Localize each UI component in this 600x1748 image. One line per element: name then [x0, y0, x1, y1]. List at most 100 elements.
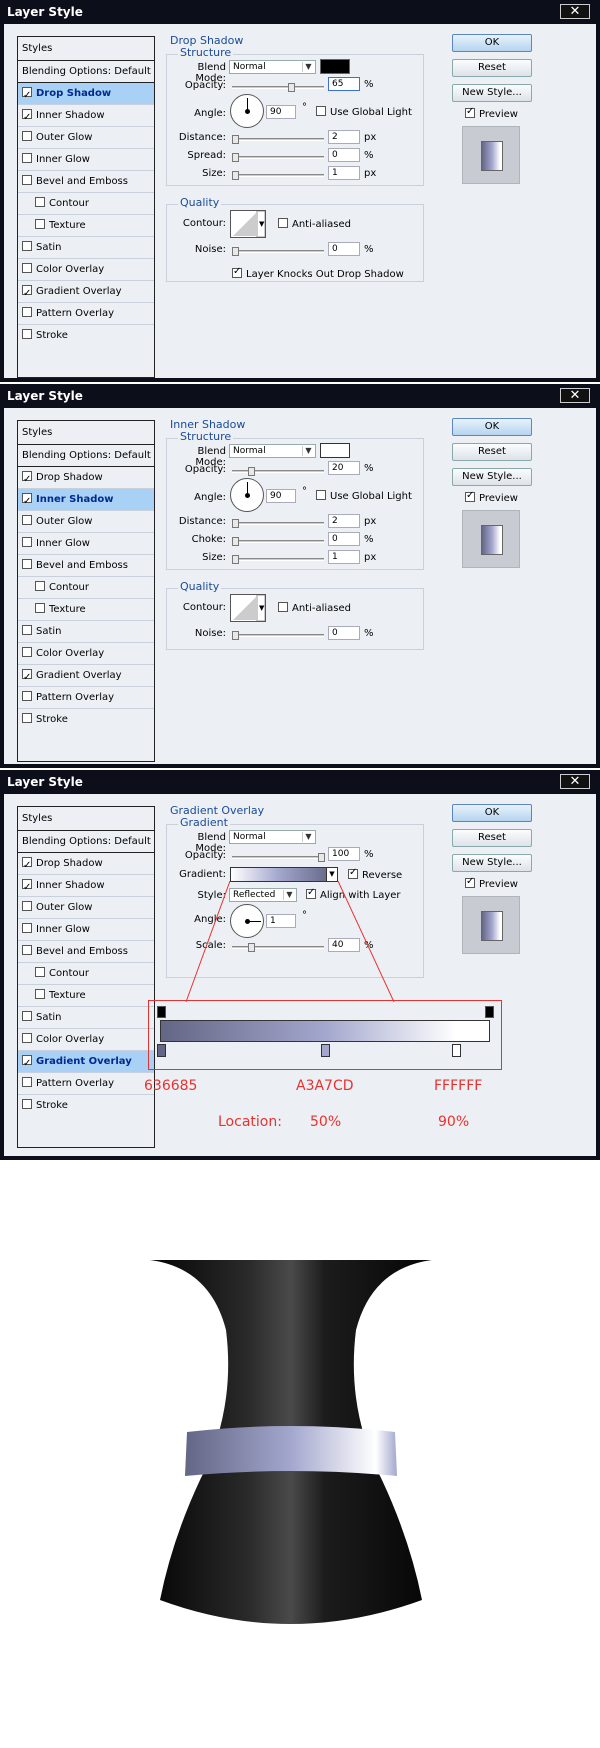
- checkbox-icon[interactable]: [22, 667, 32, 689]
- slider-thumb[interactable]: [232, 153, 239, 162]
- sidebar-item-satin[interactable]: Satin: [18, 1007, 154, 1029]
- checkbox-icon[interactable]: [22, 901, 32, 911]
- choke-slider[interactable]: [232, 537, 324, 546]
- slider-thumb[interactable]: [232, 537, 239, 546]
- color-stop-2[interactable]: [321, 1044, 330, 1057]
- spread-input[interactable]: 0: [328, 148, 360, 162]
- angle-dial[interactable]: [230, 94, 264, 128]
- opacity-stop-left[interactable]: [157, 1006, 166, 1018]
- checkbox-icon[interactable]: [22, 329, 32, 339]
- checkbox-icon[interactable]: [465, 490, 475, 502]
- sidebar-blending-options[interactable]: Blending Options: Default: [18, 61, 154, 83]
- noise-slider[interactable]: [232, 631, 324, 640]
- sidebar-item-bevel-emboss[interactable]: Bevel and Emboss: [18, 941, 154, 963]
- contour-picker[interactable]: ▼: [230, 210, 266, 238]
- checkbox-icon[interactable]: [35, 581, 45, 591]
- sidebar-item-color-overlay[interactable]: Color Overlay: [18, 643, 154, 665]
- checkbox-icon[interactable]: [22, 307, 32, 317]
- checkbox-icon[interactable]: [35, 967, 45, 977]
- scale-slider[interactable]: [232, 943, 324, 952]
- checkbox-icon[interactable]: [22, 713, 32, 723]
- sidebar-item-satin[interactable]: Satin: [18, 621, 154, 643]
- slider-thumb[interactable]: [288, 83, 295, 92]
- checkbox-icon[interactable]: [22, 945, 32, 955]
- sidebar-item-gradient-overlay[interactable]: Gradient Overlay: [18, 1051, 154, 1075]
- slider-thumb[interactable]: [248, 467, 255, 476]
- sidebar-item-contour[interactable]: Contour: [18, 193, 154, 215]
- sidebar-item-inner-shadow[interactable]: Inner Shadow: [18, 105, 154, 129]
- sidebar-styles[interactable]: Styles: [18, 37, 154, 61]
- sidebar-item-color-overlay[interactable]: Color Overlay: [18, 1029, 154, 1051]
- sidebar-item-drop-shadow[interactable]: Drop Shadow: [18, 853, 154, 877]
- checkbox-icon[interactable]: [22, 691, 32, 701]
- spread-slider[interactable]: [232, 153, 324, 162]
- layer-knocks-out[interactable]: Layer Knocks Out Drop Shadow: [232, 266, 404, 284]
- checkbox-icon[interactable]: [316, 490, 326, 500]
- checkbox-icon[interactable]: [22, 1033, 32, 1043]
- size-slider[interactable]: [232, 555, 324, 564]
- angle-dial[interactable]: [230, 904, 264, 938]
- choke-input[interactable]: 0: [328, 532, 360, 546]
- distance-slider[interactable]: [232, 135, 324, 144]
- sidebar-item-pattern-overlay[interactable]: Pattern Overlay: [18, 687, 154, 709]
- checkbox-icon[interactable]: [22, 469, 32, 491]
- close-button[interactable]: ✕: [560, 774, 590, 789]
- checkbox-icon[interactable]: [465, 876, 475, 888]
- sidebar-item-texture[interactable]: Texture: [18, 599, 154, 621]
- checkbox-icon[interactable]: [22, 107, 32, 129]
- preview-checkbox[interactable]: Preview: [465, 106, 518, 120]
- checkbox-icon[interactable]: [278, 218, 288, 228]
- checkbox-icon[interactable]: [22, 647, 32, 657]
- sidebar-item-stroke[interactable]: Stroke: [18, 325, 154, 347]
- opacity-input[interactable]: 65: [328, 77, 360, 91]
- distance-input[interactable]: 2: [328, 514, 360, 528]
- checkbox-icon[interactable]: [278, 602, 288, 612]
- checkbox-icon[interactable]: [22, 283, 32, 305]
- sidebar-item-satin[interactable]: Satin: [18, 237, 154, 259]
- distance-input[interactable]: 2: [328, 130, 360, 144]
- noise-input[interactable]: 0: [328, 242, 360, 256]
- sidebar-blending-options[interactable]: Blending Options: Default: [18, 445, 154, 467]
- ok-button[interactable]: OK: [452, 34, 532, 52]
- slider-thumb[interactable]: [232, 555, 239, 564]
- style-select[interactable]: Reflected ▼: [229, 888, 297, 902]
- checkbox-icon[interactable]: [35, 603, 45, 613]
- size-input[interactable]: 1: [328, 166, 360, 180]
- sidebar-item-inner-glow[interactable]: Inner Glow: [18, 919, 154, 941]
- checkbox-icon[interactable]: [22, 923, 32, 933]
- sidebar-item-inner-shadow[interactable]: Inner Shadow: [18, 489, 154, 513]
- sidebar-blending-options[interactable]: Blending Options: Default: [18, 831, 154, 853]
- opacity-input[interactable]: 20: [328, 461, 360, 475]
- sidebar-styles[interactable]: Styles: [18, 421, 154, 445]
- noise-slider[interactable]: [232, 247, 324, 256]
- gradient-picker[interactable]: [230, 867, 338, 882]
- checkbox-icon[interactable]: [316, 106, 326, 116]
- checkbox-icon[interactable]: [22, 1099, 32, 1109]
- shadow-color-swatch[interactable]: [320, 443, 350, 458]
- sidebar-item-drop-shadow[interactable]: Drop Shadow: [18, 83, 154, 107]
- size-input[interactable]: 1: [328, 550, 360, 564]
- checkbox-icon[interactable]: [22, 515, 32, 525]
- checkbox-icon[interactable]: [22, 1053, 32, 1075]
- blend-mode-select[interactable]: Normal ▼: [229, 830, 316, 844]
- angle-input[interactable]: 1: [266, 914, 296, 928]
- opacity-stop-right[interactable]: [485, 1006, 494, 1018]
- sidebar-item-outer-glow[interactable]: Outer Glow: [18, 511, 154, 533]
- sidebar-item-inner-shadow[interactable]: Inner Shadow: [18, 875, 154, 899]
- slider-thumb[interactable]: [232, 135, 239, 144]
- sidebar-item-stroke[interactable]: Stroke: [18, 709, 154, 731]
- size-slider[interactable]: [232, 171, 324, 180]
- blend-mode-select[interactable]: Normal ▼: [229, 444, 316, 458]
- checkbox-icon[interactable]: [22, 263, 32, 273]
- sidebar-item-bevel-emboss[interactable]: Bevel and Emboss: [18, 171, 154, 193]
- reset-button[interactable]: Reset: [452, 59, 532, 77]
- checkbox-icon[interactable]: [22, 1077, 32, 1087]
- close-button[interactable]: ✕: [560, 388, 590, 403]
- opacity-slider[interactable]: [232, 83, 324, 92]
- sidebar-item-pattern-overlay[interactable]: Pattern Overlay: [18, 1073, 154, 1095]
- color-stop-3[interactable]: [452, 1044, 461, 1057]
- checkbox-icon[interactable]: [22, 559, 32, 569]
- shadow-color-swatch[interactable]: [320, 59, 350, 74]
- sidebar-item-bevel-emboss[interactable]: Bevel and Emboss: [18, 555, 154, 577]
- reverse-checkbox[interactable]: Reverse: [348, 867, 402, 885]
